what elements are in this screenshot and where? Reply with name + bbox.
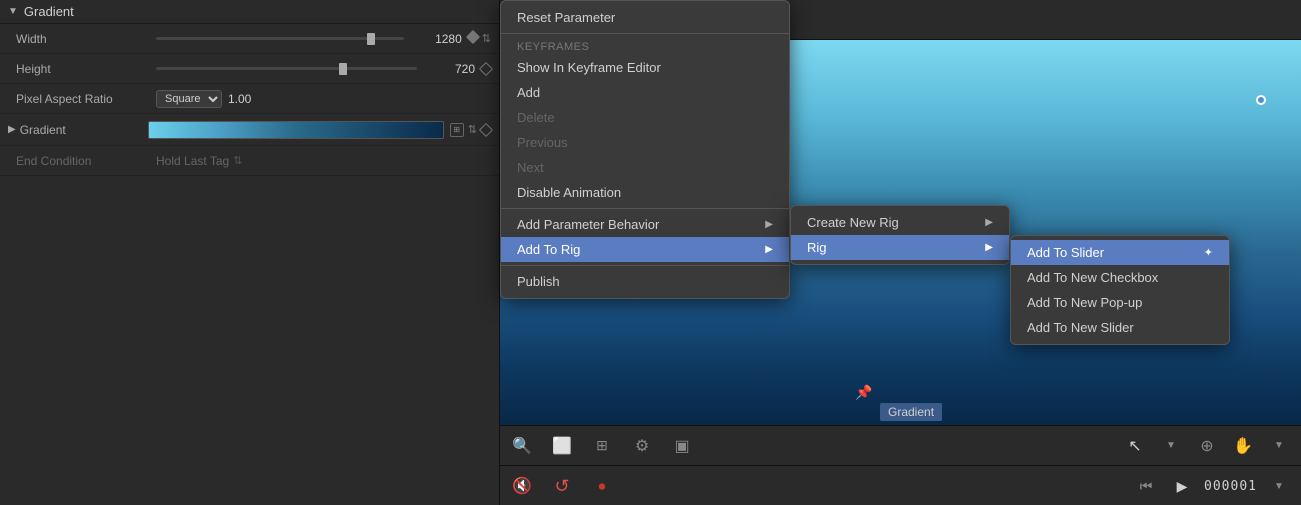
menu-item-create-new-rig[interactable]: Create New Rig ▶ bbox=[791, 210, 1009, 235]
keyframes-header: KEYFRAMES bbox=[501, 37, 789, 55]
go-to-start-icon[interactable]: ⏮ bbox=[1132, 472, 1160, 500]
pixel-aspect-ratio-row: Pixel Aspect Ratio Square 1.00 bbox=[0, 84, 499, 114]
gradient-collapse-arrow[interactable]: ▶ bbox=[8, 124, 16, 135]
collapse-arrow[interactable]: ▼ bbox=[8, 6, 18, 17]
cursor-indicator: ✦ bbox=[1204, 246, 1213, 259]
context-menu: Reset Parameter KEYFRAMES Show In Keyfra… bbox=[500, 0, 790, 299]
menu-item-add-to-slider[interactable]: Add To Slider ✦ bbox=[1011, 240, 1229, 265]
menu-item-rig[interactable]: Rig ▶ bbox=[791, 235, 1009, 260]
separator-2 bbox=[501, 208, 789, 209]
menu-item-add-to-rig[interactable]: Add To Rig ▶ bbox=[501, 237, 789, 262]
toolbar-bottom-left: 🔇 ↺ ⏺ bbox=[508, 472, 616, 500]
end-condition-value: Hold Last Tag bbox=[156, 154, 229, 168]
diamond-icon bbox=[466, 30, 480, 44]
gradient-preview[interactable] bbox=[148, 121, 444, 139]
submenu-rig-options: Add To Slider ✦ Add To New Checkbox Add … bbox=[1010, 235, 1230, 345]
menu-item-add-to-new-popup[interactable]: Add To New Pop-up bbox=[1011, 290, 1229, 315]
menu-item-add[interactable]: Add bbox=[501, 80, 789, 105]
height-icons bbox=[481, 64, 491, 74]
panel-header: ▼ Gradient bbox=[0, 0, 499, 24]
left-panel: ▼ Gradient Width 1280 ⇅ Height 720 Pixel bbox=[0, 0, 500, 505]
end-condition-label: End Condition bbox=[16, 154, 156, 168]
height-slider-track[interactable] bbox=[156, 67, 417, 70]
par-label: Pixel Aspect Ratio bbox=[16, 92, 156, 106]
menu-item-add-to-new-checkbox[interactable]: Add To New Checkbox bbox=[1011, 265, 1229, 290]
submenu-arrow-2: ▶ bbox=[765, 244, 773, 255]
height-slider-container[interactable] bbox=[156, 67, 417, 70]
hand-tool-icon[interactable]: ✋ bbox=[1229, 432, 1257, 460]
toolbar-bottom: 🔇 ↺ ⏺ ⏮ ▶ 000001 ▼ bbox=[500, 466, 1301, 505]
menu-item-add-parameter-behavior[interactable]: Add Parameter Behavior ▶ bbox=[501, 212, 789, 237]
loop-icon[interactable]: ↺ bbox=[548, 472, 576, 500]
diamond-icon-height bbox=[479, 61, 493, 75]
height-value: 720 bbox=[425, 62, 475, 76]
arrows-icon: ⇅ bbox=[482, 32, 491, 45]
mute-icon[interactable]: 🔇 bbox=[508, 472, 536, 500]
select-dropdown[interactable]: ▼ bbox=[1157, 432, 1185, 460]
menu-item-delete[interactable]: Delete bbox=[501, 105, 789, 130]
gradient-diamond-icon bbox=[479, 122, 493, 136]
submenu-add-to-rig: Create New Rig ▶ Rig ▶ bbox=[790, 205, 1010, 265]
select-tool-icon[interactable]: ↖ bbox=[1121, 432, 1149, 460]
menu-item-disable-animation[interactable]: Disable Animation bbox=[501, 180, 789, 205]
width-slider-container[interactable] bbox=[156, 37, 404, 40]
end-condition-arrows: ⇅ bbox=[233, 154, 242, 167]
record-icon[interactable]: ⏺ bbox=[588, 472, 616, 500]
width-icons: ⇅ bbox=[468, 32, 491, 45]
menu-item-add-to-new-slider[interactable]: Add To New Slider bbox=[1011, 315, 1229, 340]
bottom-toolbar: 🔍 ⬜ ⊞ ⚙ ▣ ↖ ▼ ⊕ ✋ ▼ 🔇 ↺ ⏺ ⏮ ▶ bbox=[500, 425, 1301, 505]
end-condition-row: End Condition Hold Last Tag ⇅ bbox=[0, 146, 499, 176]
gradient-icons: ⊞ ⇅ bbox=[450, 123, 477, 137]
toolbar-top: 🔍 ⬜ ⊞ ⚙ ▣ ↖ ▼ ⊕ ✋ ▼ bbox=[500, 426, 1301, 466]
submenu-arrow-3: ▶ bbox=[985, 217, 993, 228]
gradient-copy-icon[interactable]: ⊞ bbox=[450, 123, 464, 137]
separator-3 bbox=[501, 265, 789, 266]
submenu-arrow-4: ▶ bbox=[985, 242, 993, 253]
hand-dropdown[interactable]: ▼ bbox=[1265, 432, 1293, 460]
timecode-dropdown[interactable]: ▼ bbox=[1265, 472, 1293, 500]
panel-title: Gradient bbox=[24, 4, 74, 19]
rectangle-tool-icon[interactable]: ⬜ bbox=[548, 432, 576, 460]
gradient-arrows-icon[interactable]: ⇅ bbox=[468, 123, 477, 136]
gradient-label: ▶ Gradient bbox=[8, 123, 148, 137]
height-label: Height bbox=[16, 62, 156, 76]
width-value: 1280 bbox=[412, 32, 462, 46]
separator-1 bbox=[501, 33, 789, 34]
height-slider-thumb[interactable] bbox=[339, 63, 347, 75]
search-tool-icon[interactable]: 🔍 bbox=[508, 432, 536, 460]
layers-icon[interactable]: ▣ bbox=[668, 432, 696, 460]
pin-icon: 📌 bbox=[855, 384, 872, 401]
width-slider-track[interactable] bbox=[156, 37, 404, 40]
menu-item-reset-parameter[interactable]: Reset Parameter bbox=[501, 5, 789, 30]
menu-item-show-in-keyframe-editor[interactable]: Show In Keyframe Editor bbox=[501, 55, 789, 80]
menu-item-next[interactable]: Next bbox=[501, 155, 789, 180]
par-select[interactable]: Square bbox=[156, 90, 222, 108]
settings-icon[interactable]: ⚙ bbox=[628, 432, 656, 460]
grid-icon[interactable]: ⊞ bbox=[588, 432, 616, 460]
par-value: 1.00 bbox=[228, 92, 251, 106]
play-icon[interactable]: ▶ bbox=[1168, 472, 1196, 500]
canvas-control-point[interactable] bbox=[1256, 95, 1266, 105]
gradient-row: ▶ Gradient ⊞ ⇅ bbox=[0, 114, 499, 146]
canvas-item-label: Gradient bbox=[880, 403, 942, 421]
width-row: Width 1280 ⇅ bbox=[0, 24, 499, 54]
width-slider-thumb[interactable] bbox=[367, 33, 375, 45]
height-row: Height 720 bbox=[0, 54, 499, 84]
menu-item-publish[interactable]: Publish bbox=[501, 269, 789, 294]
menu-item-previous[interactable]: Previous bbox=[501, 130, 789, 155]
width-label: Width bbox=[16, 32, 156, 46]
transform-tool-icon[interactable]: ⊕ bbox=[1193, 432, 1221, 460]
submenu-arrow-1: ▶ bbox=[765, 219, 773, 230]
context-menu-overlay: Reset Parameter KEYFRAMES Show In Keyfra… bbox=[500, 0, 790, 299]
timecode-display: 000001 bbox=[1204, 479, 1257, 494]
